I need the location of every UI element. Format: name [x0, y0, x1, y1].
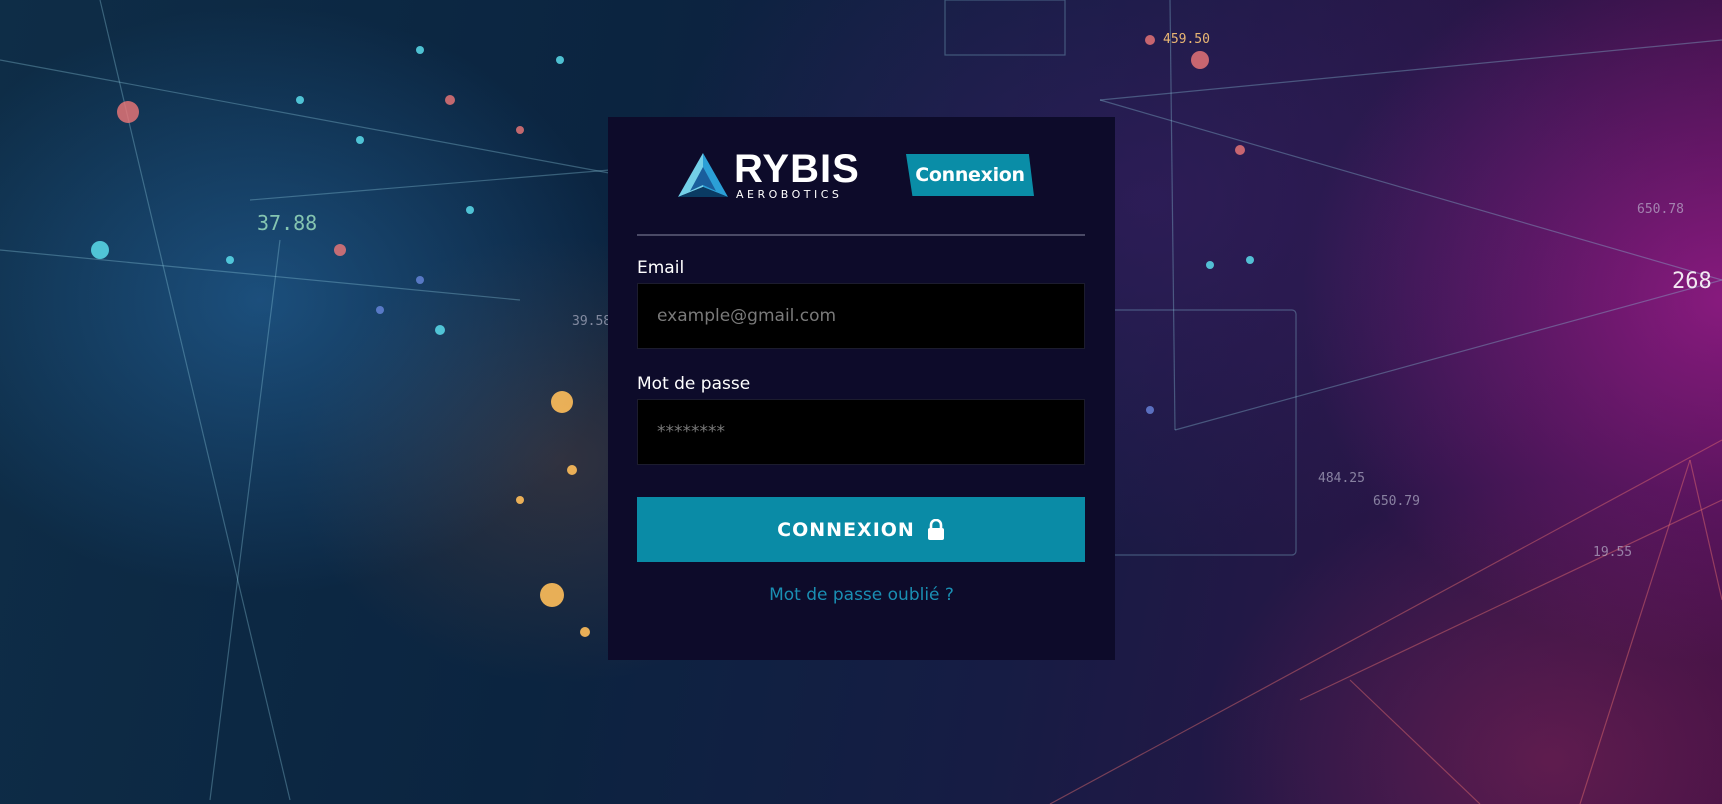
brand-logo: RYBIS AEROBOTICS	[668, 147, 868, 203]
readout-text: 37.88	[257, 211, 317, 235]
connexion-badge: Connexion	[906, 154, 1034, 196]
brand-name: RYBIS	[734, 147, 860, 191]
email-label: Email	[637, 258, 685, 278]
readout-text: 39.58	[572, 314, 611, 329]
readout-text: 459.50	[1163, 32, 1210, 47]
triangle-logo-icon	[678, 153, 728, 197]
brand-tagline: AEROBOTICS	[736, 188, 843, 201]
forgot-password-link[interactable]: Mot de passe oublié ?	[608, 585, 1115, 605]
login-button[interactable]: CONNEXION	[637, 497, 1085, 562]
email-field[interactable]	[637, 283, 1085, 349]
readout-text: 650.79	[1373, 494, 1420, 509]
login-card: RYBIS AEROBOTICS Connexion Email Mot de …	[608, 117, 1115, 660]
login-button-label: CONNEXION	[777, 518, 915, 541]
readout-text: 484.25	[1318, 471, 1365, 486]
divider	[637, 234, 1085, 236]
readout-text: 650.78	[1637, 202, 1684, 217]
readout-text: 268	[1672, 269, 1712, 294]
lock-icon	[927, 518, 944, 540]
password-field[interactable]	[637, 399, 1085, 465]
readout-text: 19.55	[1593, 545, 1632, 560]
password-label: Mot de passe	[637, 374, 751, 394]
